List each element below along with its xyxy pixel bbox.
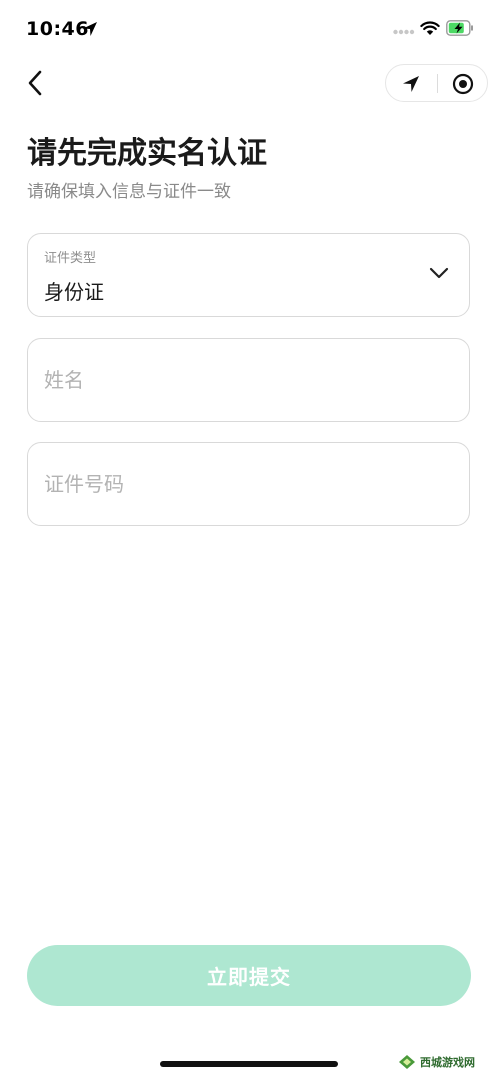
name-input[interactable]	[44, 339, 454, 421]
capsule-divider	[437, 74, 438, 93]
watermark-logo-icon	[399, 1055, 415, 1069]
id-number-field	[27, 442, 470, 526]
battery-charging-icon	[446, 20, 473, 36]
watermark: 西城游戏网	[398, 1050, 494, 1074]
back-button[interactable]	[18, 66, 52, 100]
id-number-input[interactable]	[44, 443, 454, 525]
page-subtitle: 请确保填入信息与证件一致	[27, 182, 231, 202]
submit-button[interactable]: 立即提交	[27, 945, 471, 1006]
cellular-signal-icon	[393, 29, 415, 35]
chevron-left-icon	[28, 70, 42, 96]
wifi-icon	[420, 21, 440, 35]
id-type-label: 证件类型	[44, 251, 97, 266]
id-type-value: 身份证	[44, 280, 104, 304]
capsule-location-button[interactable]	[398, 71, 424, 97]
capsule-close-button[interactable]	[450, 71, 476, 97]
location-arrow-icon	[403, 76, 419, 92]
status-time: 10:46	[26, 18, 89, 40]
watermark-text: 西城游戏网	[420, 1056, 475, 1069]
home-indicator	[160, 1061, 338, 1067]
chevron-down-icon	[429, 267, 449, 279]
record-circle-icon	[452, 73, 474, 95]
status-bar: 10:46	[0, 0, 500, 58]
mini-program-capsule	[385, 64, 488, 102]
location-arrow-icon	[83, 22, 97, 36]
id-type-select[interactable]: 证件类型 身份证	[27, 233, 470, 317]
name-field	[27, 338, 470, 422]
page-title: 请先完成实名认证	[27, 136, 267, 171]
real-name-verification-screen: 10:46 请先完成实名认证 请确保填入信息与证件一致 证件类型 身份证 姓名 …	[0, 0, 500, 1077]
